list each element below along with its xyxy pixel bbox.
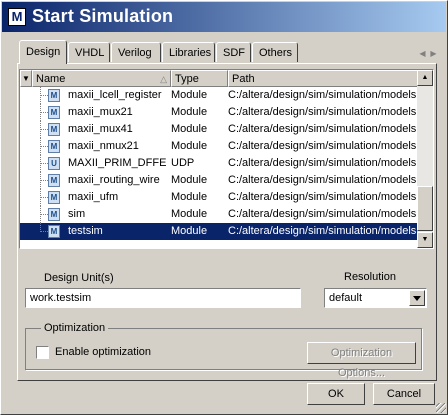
- optimization-options-button[interactable]: Optimization Options...: [307, 342, 416, 379]
- enable-optimization-checkbox[interactable]: [36, 346, 49, 359]
- row-path: C:/altera/design/sim/simulation/models: [228, 157, 417, 169]
- list-rows: M maxii_lcell_register Module C:/altera/…: [20, 87, 420, 240]
- list-header: ▼ Name △ Type Path: [20, 70, 420, 87]
- row-name: maxii_lcell_register: [68, 89, 162, 101]
- row-type: Module: [171, 191, 208, 203]
- row-type: Module: [171, 174, 208, 186]
- list-row[interactable]: M maxii_mux41 Module C:/altera/design/si…: [20, 121, 420, 138]
- tab-libraries[interactable]: Libraries: [162, 42, 215, 62]
- row-path: C:/altera/design/sim/simulation/models: [228, 208, 417, 220]
- module-icon: M: [48, 106, 60, 119]
- scroll-thumb[interactable]: [417, 186, 433, 231]
- module-icon: M: [48, 89, 60, 102]
- module-icon: M: [48, 123, 60, 136]
- design-unit-legend: Design Unit(s): [41, 272, 117, 284]
- row-type: Module: [171, 123, 208, 135]
- resolution-label: Resolution: [344, 271, 396, 283]
- cancel-button[interactable]: Cancel: [373, 383, 435, 405]
- tab-others[interactable]: Others: [252, 42, 298, 62]
- row-name: maxii_ufm: [68, 191, 119, 203]
- tab-scroll-left-icon[interactable]: ◀: [417, 47, 428, 61]
- list-row[interactable]: M maxii_ufm Module C:/altera/design/sim/…: [20, 189, 420, 206]
- list-vertical-scrollbar[interactable]: ▲ ▼: [417, 70, 433, 248]
- design-list[interactable]: ▼ Name △ Type Path M maxii_lcell_registe…: [19, 69, 434, 249]
- row-path: C:/altera/design/sim/simulation/models: [228, 191, 417, 203]
- row-type: Module: [171, 140, 208, 152]
- list-row-selected[interactable]: M testsim Module C:/altera/design/sim/si…: [20, 223, 420, 240]
- tab-vhdl[interactable]: VHDL: [68, 42, 110, 62]
- row-path: C:/altera/design/sim/simulation/models: [228, 123, 417, 135]
- row-path: C:/altera/design/sim/simulation/models: [228, 140, 417, 152]
- row-name: maxii_mux41: [68, 123, 133, 135]
- module-icon: M: [48, 174, 60, 187]
- scroll-up-icon[interactable]: ▲: [417, 70, 433, 86]
- list-row[interactable]: M maxii_routing_wire Module C:/altera/de…: [20, 172, 420, 189]
- row-name: maxii_routing_wire: [68, 174, 160, 186]
- module-icon: M: [48, 191, 60, 204]
- resolution-value: default: [329, 292, 363, 304]
- row-path: C:/altera/design/sim/simulation/models: [228, 174, 417, 186]
- tab-design[interactable]: Design: [19, 40, 67, 64]
- resize-grip-icon[interactable]: [436, 403, 446, 413]
- row-name: testsim: [68, 225, 103, 237]
- module-icon: M: [48, 140, 60, 153]
- optimization-legend: Optimization: [41, 322, 109, 334]
- tab-scroll-arrows: ◀ ▶: [417, 47, 439, 61]
- collapse-all-icon[interactable]: ▼: [20, 70, 32, 87]
- row-name: maxii_mux21: [68, 106, 133, 118]
- row-name: sim: [68, 208, 86, 220]
- row-type: Module: [171, 106, 208, 118]
- row-type: Module: [171, 225, 208, 237]
- column-header-name[interactable]: Name △: [32, 70, 171, 87]
- list-row[interactable]: U MAXII_PRIM_DFFE UDP C:/altera/design/s…: [20, 155, 420, 172]
- udp-icon: U: [48, 157, 60, 170]
- tab-scroll-right-icon[interactable]: ▶: [428, 47, 439, 61]
- sort-indicator-icon: △: [160, 74, 167, 84]
- row-type: Module: [171, 89, 208, 101]
- design-unit-input[interactable]: work.testsim: [25, 288, 301, 308]
- ok-button[interactable]: OK: [307, 383, 365, 405]
- list-row[interactable]: M maxii_nmux21 Module C:/altera/design/s…: [20, 138, 420, 155]
- list-row[interactable]: M sim Module C:/altera/design/sim/simula…: [20, 206, 420, 223]
- chevron-down-icon[interactable]: [409, 290, 425, 306]
- row-type: Module: [171, 208, 208, 220]
- resolution-select[interactable]: default: [324, 288, 427, 308]
- scroll-down-icon[interactable]: ▼: [417, 232, 433, 248]
- row-path: C:/altera/design/sim/simulation/models: [228, 225, 417, 237]
- column-header-type[interactable]: Type: [171, 70, 228, 87]
- column-header-path[interactable]: Path: [228, 70, 420, 87]
- window-title: Start Simulation: [32, 6, 174, 26]
- tab-verilog[interactable]: Verilog: [111, 42, 161, 62]
- row-name: maxii_nmux21: [68, 140, 139, 152]
- list-row[interactable]: M maxii_mux21 Module C:/altera/design/si…: [20, 104, 420, 121]
- enable-optimization-label: Enable optimization: [55, 346, 152, 358]
- module-icon: M: [48, 208, 60, 221]
- title-bar[interactable]: M Start Simulation: [2, 2, 446, 32]
- module-icon: M: [48, 225, 60, 238]
- list-row[interactable]: M maxii_lcell_register Module C:/altera/…: [20, 87, 420, 104]
- tab-sdf[interactable]: SDF: [216, 42, 251, 62]
- row-type: UDP: [171, 157, 195, 169]
- row-path: C:/altera/design/sim/simulation/models: [228, 106, 417, 118]
- modelsim-app-icon: M: [8, 8, 26, 26]
- row-path: C:/altera/design/sim/simulation/models: [228, 89, 417, 101]
- row-name: MAXII_PRIM_DFFE: [68, 157, 167, 169]
